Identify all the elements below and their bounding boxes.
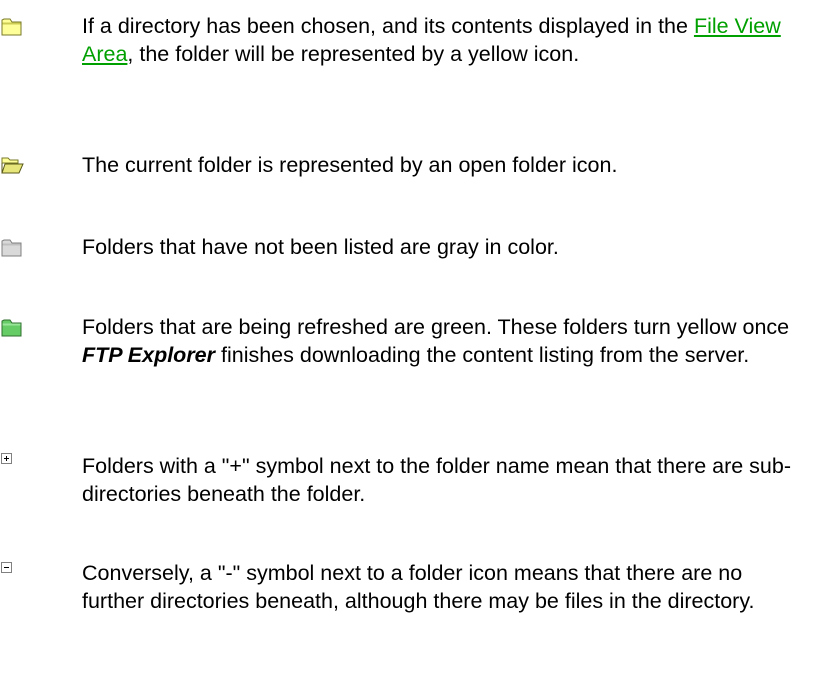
green-folder-icon <box>0 313 40 339</box>
plus-box-icon <box>0 452 40 478</box>
gray-folder-icon <box>0 233 40 259</box>
entry-green-folder-text: Folders that are being refreshed are gre… <box>82 315 790 367</box>
minus-box-icon <box>0 559 40 585</box>
entry-minus-box-text: Conversely, a "-" symbol next to a folde… <box>82 561 755 613</box>
entry-open-folder-text: The current folder is represented by an … <box>82 153 618 177</box>
closed-yellow-folder-icon <box>0 12 40 38</box>
open-folder-icon <box>0 151 40 177</box>
entry-gray-folder-text: Folders that have not been listed are gr… <box>82 235 559 259</box>
ftp-explorer-name: FTP Explorer <box>82 343 216 367</box>
entry-yellow-folder-text: If a directory has been chosen, and its … <box>82 14 781 66</box>
entry-plus-box-text: Folders with a "+" symbol next to the fo… <box>82 454 791 506</box>
